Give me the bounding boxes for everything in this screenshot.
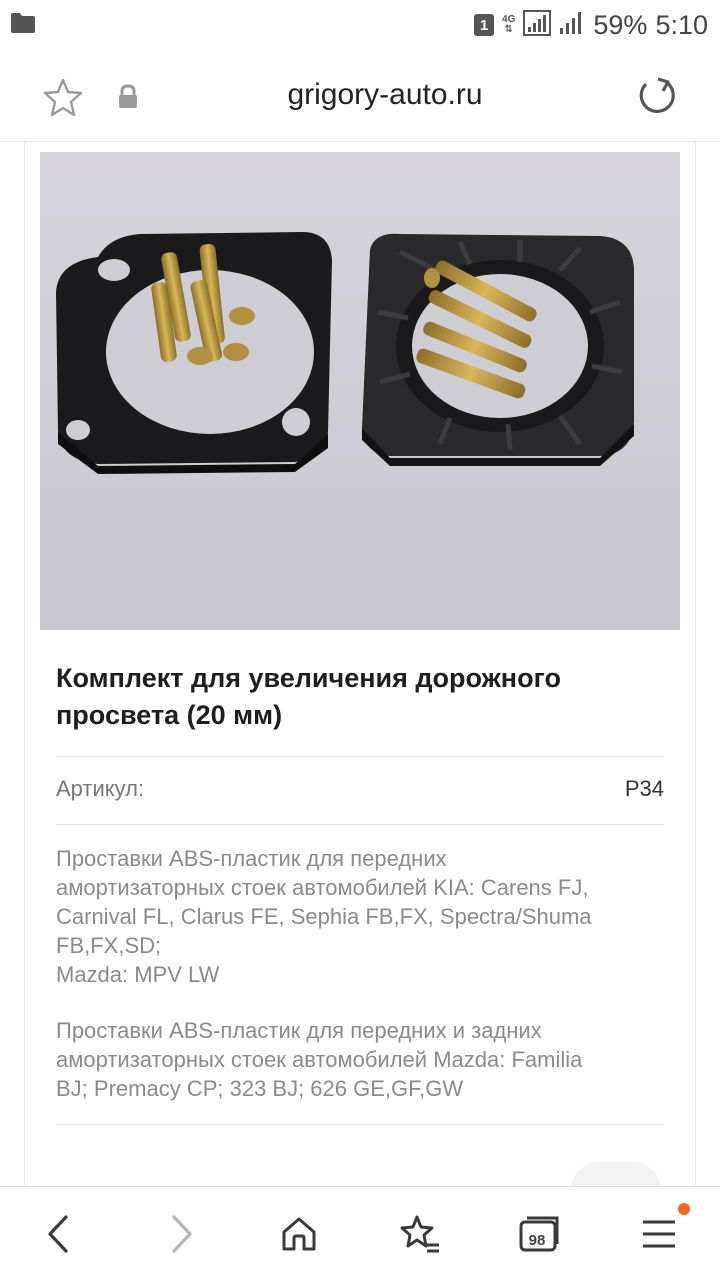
clock: 5:10: [655, 9, 708, 40]
sim-badge: 1: [474, 14, 495, 36]
divider: [56, 1124, 664, 1125]
product-title: Комплект для увеличения дорожного просве…: [56, 663, 561, 730]
bookmarks-icon[interactable]: [394, 1209, 444, 1259]
forward-icon[interactable]: [156, 1209, 206, 1259]
notification-dot: [678, 1203, 690, 1215]
browser-bottom-bar: 98: [0, 1186, 720, 1280]
lock-icon: [117, 84, 139, 110]
sku-label: Артикул:: [56, 776, 145, 801]
divider: [56, 756, 664, 757]
signal-icon: [523, 9, 552, 41]
tabs-icon[interactable]: 98: [514, 1209, 564, 1259]
url-text[interactable]: grigory-auto.ru: [150, 78, 620, 112]
status-bar: 1 4G ⇅ 59% 5:10: [0, 0, 720, 50]
folder-icon: [10, 12, 36, 39]
product-description-1: Проставки ABS-пластик для передних аморт…: [56, 846, 592, 987]
sku-value: P34: [624, 776, 664, 801]
product-description-2: Проставки ABS-пластик для передних и зад…: [56, 1018, 583, 1101]
divider: [56, 824, 664, 825]
back-icon[interactable]: [34, 1209, 84, 1259]
product-image[interactable]: [40, 152, 680, 630]
battery-percent: 59%: [593, 9, 648, 40]
page-content[interactable]: Комплект для увеличения дорожного просве…: [0, 142, 720, 1186]
signal-icon-2: [559, 10, 585, 41]
network-type: 4G ⇅: [502, 14, 516, 35]
tabs-count: 98: [528, 1231, 546, 1249]
reload-icon[interactable]: [634, 74, 678, 118]
menu-icon[interactable]: [634, 1209, 684, 1259]
home-icon[interactable]: [274, 1209, 324, 1259]
star-icon[interactable]: [42, 76, 84, 118]
browser-url-bar: grigory-auto.ru: [0, 50, 720, 142]
